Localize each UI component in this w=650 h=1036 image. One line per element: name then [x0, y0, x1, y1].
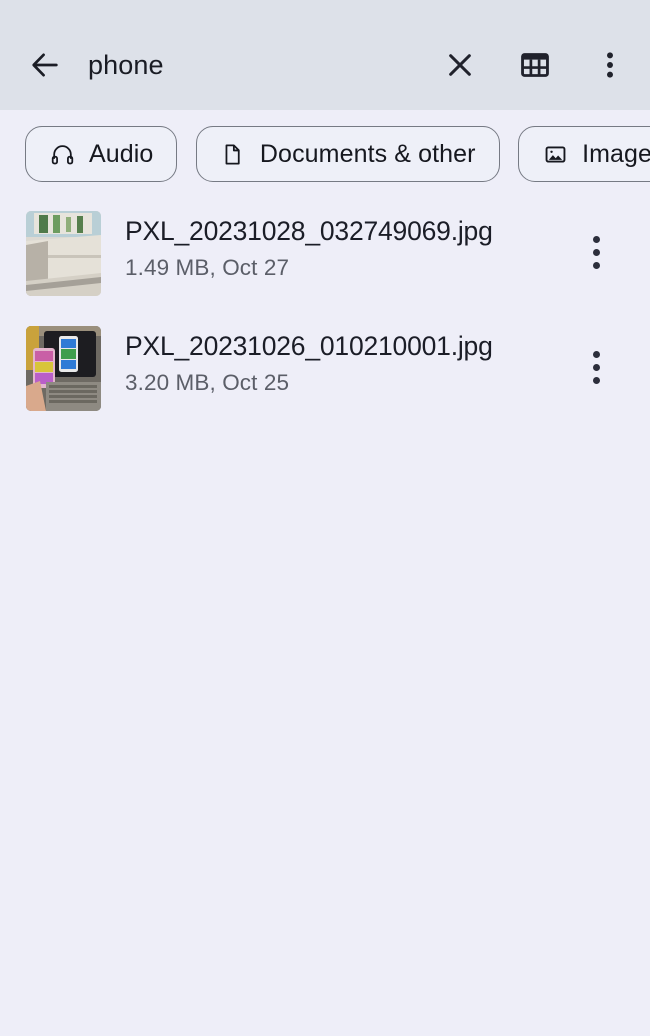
image-icon [542, 141, 568, 167]
headphones-icon [49, 141, 75, 167]
file-meta: 1.49 MB, Oct 27 [125, 255, 290, 280]
search-results-list: PXL_20231028_032749069.jpg 1.49 MB, Oct … [0, 196, 650, 426]
document-icon [220, 141, 246, 167]
file-name: PXL_20231028_032749069.jpg [125, 216, 493, 246]
grid-view-icon[interactable] [518, 48, 552, 82]
dot [592, 377, 600, 384]
file-meta: 3.20 MB, Oct 25 [125, 370, 290, 395]
filter-chip-documents-label: Documents & other [259, 140, 476, 168]
dot [592, 364, 600, 371]
file-thumbnail [26, 326, 101, 411]
list-item[interactable]: PXL_20231028_032749069.jpg 1.49 MB, Oct … [0, 196, 650, 311]
dot [592, 351, 600, 358]
file-info: PXL_20231028_032749069.jpg 1.49 MB, Oct … [125, 214, 575, 283]
search-app-bar: phone [0, 0, 650, 110]
file-name: PXL_20231026_010210001.jpg [125, 331, 493, 361]
file-thumbnail [26, 211, 101, 296]
dot [592, 249, 600, 256]
list-item[interactable]: PXL_20231026_010210001.jpg 3.20 MB, Oct … [0, 311, 650, 426]
filter-chip-documents[interactable]: Documents & other [195, 126, 500, 182]
file-info: PXL_20231026_010210001.jpg 3.20 MB, Oct … [125, 329, 575, 398]
dot [592, 262, 600, 269]
clear-search-icon[interactable] [443, 48, 477, 82]
back-arrow-icon[interactable] [28, 48, 62, 82]
overflow-menu-icon[interactable] [593, 48, 627, 82]
filter-chip-audio[interactable]: Audio [25, 126, 178, 182]
filter-chip-images[interactable]: Images [518, 126, 650, 182]
search-input[interactable]: phone [88, 48, 164, 82]
filter-chip-row[interactable]: Audio Documents & other Images [0, 126, 650, 186]
file-options-icon[interactable] [585, 351, 607, 385]
filter-chip-audio-label: Audio [89, 140, 154, 168]
dot [592, 236, 600, 243]
filter-chip-images-label: Images [582, 140, 650, 168]
file-options-icon[interactable] [585, 236, 607, 270]
